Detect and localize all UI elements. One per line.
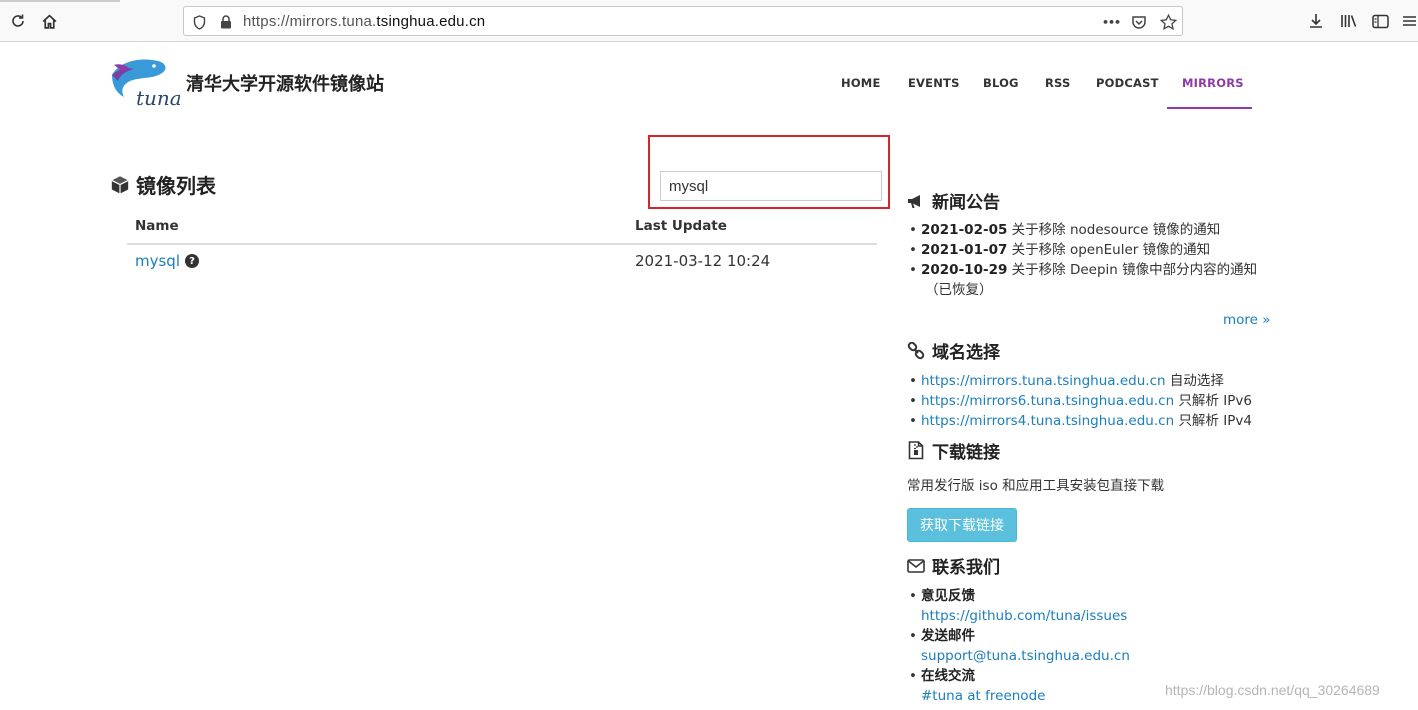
news-link[interactable]: 关于移除 Deepin 镜像中部分内容的通知	[1012, 262, 1257, 278]
table-row: mysql ?	[135, 252, 199, 270]
domains-list: https://mirrors.tuna.tsinghua.edu.cn 自动选…	[907, 371, 1252, 431]
news-title: 新闻公告	[932, 193, 1000, 213]
downloads-icon[interactable]	[1304, 9, 1328, 33]
domain-link[interactable]: https://mirrors4.tuna.tsinghua.edu.cn	[921, 413, 1174, 429]
contact-label: 发送邮件	[921, 628, 975, 644]
mirror-link-mysql[interactable]: mysql	[135, 252, 180, 270]
domains-title: 域名选择	[932, 343, 1000, 363]
news-link[interactable]: 关于移除 nodesource 镜像的通知	[1012, 222, 1221, 238]
nav-mirrors[interactable]: MIRRORS	[1182, 76, 1244, 90]
url-bar[interactable]: https://mirrors.tuna.tsinghua.edu.cn •••	[183, 6, 1183, 36]
tab-strip	[0, 0, 120, 2]
mirror-list-heading: 镜像列表	[110, 170, 216, 199]
news-heading: 新闻公告	[906, 188, 1000, 213]
contact-item: 意见反馈 https://github.com/tuna/issues	[907, 586, 1130, 626]
pocket-icon[interactable]	[1130, 13, 1148, 31]
shield-icon[interactable]	[190, 13, 208, 31]
envelope-icon	[906, 556, 926, 576]
domain-note: 自动选择	[1169, 373, 1224, 389]
news-link[interactable]: 关于移除 openEuler 镜像的通知	[1012, 242, 1210, 258]
reload-icon[interactable]	[6, 9, 30, 33]
nav-blog[interactable]: BLOG	[983, 76, 1019, 90]
page-actions-icon[interactable]: •••	[1102, 13, 1121, 31]
nav-podcast[interactable]: PODCAST	[1096, 76, 1159, 90]
downloads-title: 下载链接	[932, 443, 1000, 463]
contact-item: 在线交流 #tuna at freenode	[907, 666, 1130, 706]
downloads-description: 常用发行版 iso 和应用工具安装包直接下载	[907, 478, 1165, 494]
news-item[interactable]: 2021-02-05 关于移除 nodesource 镜像的通知	[907, 220, 1257, 240]
domain-note: 只解析 IPv4	[1178, 413, 1252, 429]
sidebar-icon[interactable]	[1368, 9, 1392, 33]
downloads-heading: 下载链接	[906, 438, 1000, 463]
domain-note: 只解析 IPv6	[1178, 393, 1252, 409]
table-header-divider	[127, 243, 877, 245]
nav-home[interactable]: HOME	[841, 76, 881, 90]
column-header-name[interactable]: Name	[135, 218, 179, 234]
domains-heading: 域名选择	[906, 338, 1000, 363]
contact-heading: 联系我们	[906, 553, 1000, 578]
file-archive-icon	[906, 441, 926, 461]
domain-item: https://mirrors.tuna.tsinghua.edu.cn 自动选…	[907, 371, 1252, 391]
contact-list: 意见反馈 https://github.com/tuna/issues 发送邮件 s…	[907, 586, 1130, 706]
news-item-continuation: （已恢复）	[907, 280, 1257, 300]
library-icon[interactable]	[1337, 9, 1361, 33]
news-list: 2021-02-05 关于移除 nodesource 镜像的通知 2021-01…	[907, 220, 1257, 300]
logo-text: tuna	[136, 86, 180, 109]
news-item[interactable]: 2020-10-29 关于移除 Deepin 镜像中部分内容的通知	[907, 260, 1257, 280]
domain-link[interactable]: https://mirrors.tuna.tsinghua.edu.cn	[921, 373, 1166, 389]
menu-icon[interactable]	[1400, 9, 1418, 33]
contact-link[interactable]: https://github.com/tuna/issues	[921, 608, 1127, 624]
home-icon[interactable]	[37, 9, 61, 33]
contact-link[interactable]: #tuna at freenode	[921, 688, 1045, 704]
cube-icon	[110, 175, 130, 195]
nav-events[interactable]: EVENTS	[908, 76, 960, 90]
contact-link[interactable]: support@tuna.tsinghua.edu.cn	[921, 648, 1130, 664]
browser-toolbar: https://mirrors.tuna.tsinghua.edu.cn •••	[0, 0, 1418, 42]
contact-label: 意见反馈	[921, 588, 975, 604]
active-nav-indicator	[1167, 107, 1252, 109]
link-icon	[906, 341, 926, 361]
domain-item: https://mirrors6.tuna.tsinghua.edu.cn 只解…	[907, 391, 1252, 411]
mirror-list-title: 镜像列表	[136, 174, 216, 198]
column-header-last-update[interactable]: Last Update	[635, 218, 727, 234]
news-wrap-text: （已恢复）	[925, 282, 993, 298]
get-download-links-button[interactable]: 获取下载链接	[907, 508, 1017, 542]
news-item[interactable]: 2021-01-07 关于移除 openEuler 镜像的通知	[907, 240, 1257, 260]
nav-rss[interactable]: RSS	[1045, 76, 1071, 90]
url-host: tsinghua.edu.cn	[376, 13, 486, 30]
question-circle-icon[interactable]: ?	[185, 254, 199, 268]
domain-link[interactable]: https://mirrors6.tuna.tsinghua.edu.cn	[921, 393, 1174, 409]
site-title[interactable]: 清华大学开源软件镜像站	[186, 70, 384, 96]
watermark: https://blog.csdn.net/qq_30264689	[1165, 682, 1380, 698]
contact-item: 发送邮件 support@tuna.tsinghua.edu.cn	[907, 626, 1130, 666]
news-more-link[interactable]: more »	[1223, 312, 1271, 328]
tuna-logo[interactable]: tuna	[110, 57, 182, 110]
lock-icon[interactable]	[217, 13, 235, 31]
mirror-search-input[interactable]	[660, 171, 882, 201]
news-date: 2020-10-29	[921, 262, 1008, 278]
news-date: 2021-02-05	[921, 222, 1008, 238]
contact-label: 在线交流	[921, 668, 975, 684]
news-date: 2021-01-07	[921, 242, 1008, 258]
mirror-last-update: 2021-03-12 10:24	[635, 252, 771, 270]
bullhorn-icon	[906, 191, 926, 211]
domain-item: https://mirrors4.tuna.tsinghua.edu.cn 只解…	[907, 411, 1252, 431]
url-prefix: https://mirrors.tuna.	[243, 13, 377, 30]
bookmark-star-icon[interactable]	[1159, 13, 1177, 31]
url-text[interactable]: https://mirrors.tuna.tsinghua.edu.cn	[243, 13, 485, 30]
contact-title: 联系我们	[932, 558, 1000, 578]
